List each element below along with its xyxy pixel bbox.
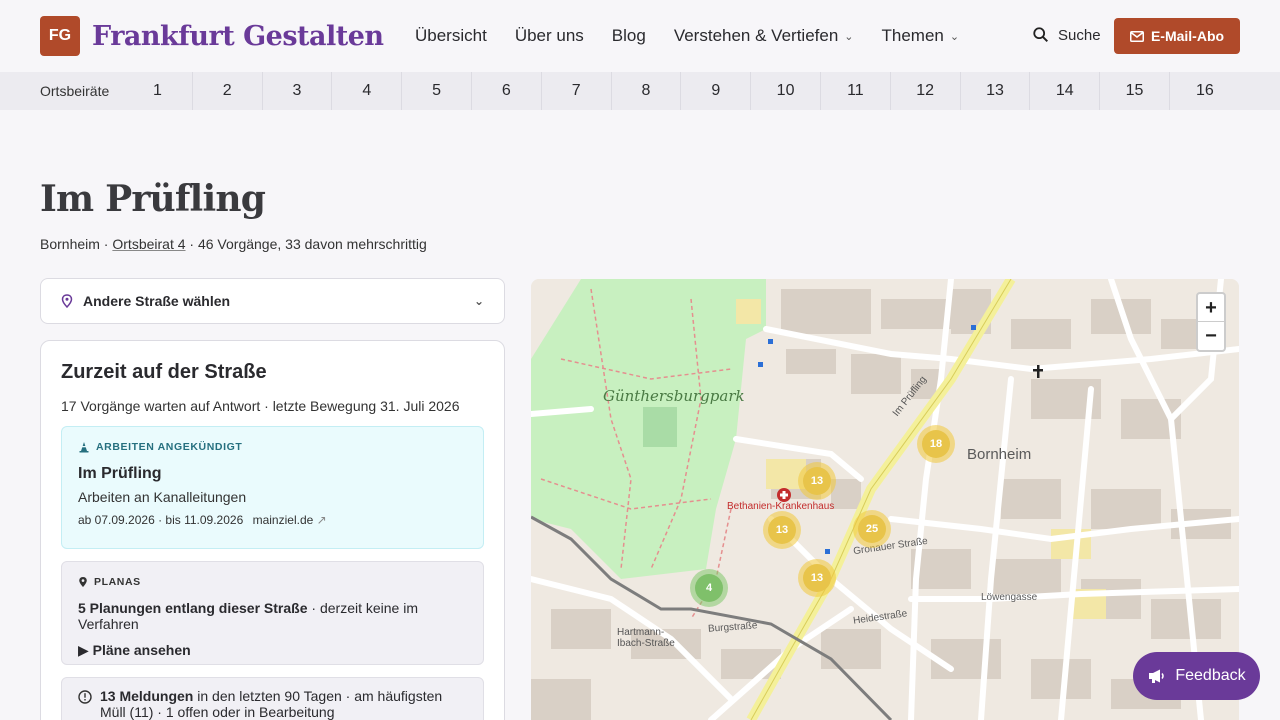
ortsbeirat-link[interactable]: 5 <box>402 72 472 110</box>
district-name: Bornheim <box>40 236 100 252</box>
street-select-dropdown[interactable]: Andere Straße wählen ⌄ <box>40 278 505 324</box>
ortsbeirat-link[interactable]: 16 <box>1170 72 1240 110</box>
map-label-district: Bornheim <box>967 446 1032 463</box>
map-label-lowengasse: Löwengasse <box>981 592 1038 603</box>
works-source-link[interactable]: mainziel.de ↗ <box>253 513 327 527</box>
nav-item-uebersicht[interactable]: Übersicht <box>415 26 487 46</box>
planas-tag: PLANAS <box>78 576 467 588</box>
ortsbeirat-link[interactable]: 1 <box>123 72 193 110</box>
search-button[interactable]: Suche <box>1032 26 1101 44</box>
ortsbeirat-link[interactable]: 6 <box>472 72 542 110</box>
ortsbeirat-link[interactable]: Ortsbeirat 4 <box>112 236 185 252</box>
plans-toggle-label: Pläne ansehen <box>92 642 191 658</box>
map-tiles <box>531 279 1239 720</box>
ortsbeirat-link[interactable]: 4 <box>332 72 403 110</box>
reports-box: 13 Meldungen in den letzten 90 Tagen · a… <box>61 677 484 720</box>
map-cluster[interactable]: 25 <box>853 510 891 548</box>
works-tag-label: ARBEITEN ANGEKÜNDIGT <box>96 441 243 453</box>
search-icon <box>1033 27 1049 43</box>
subscribe-label: E-Mail-Abo <box>1150 28 1225 44</box>
card-summary: 17 Vorgänge warten auf Antwort · letzte … <box>61 398 460 414</box>
planas-tag-label: PLANAS <box>94 576 141 588</box>
cluster-count: 13 <box>803 467 831 495</box>
ortsbeiraete-label: Ortsbeiräte <box>40 83 110 99</box>
ortsbeirat-link[interactable]: 3 <box>263 72 333 110</box>
map-cluster[interactable]: 13 <box>798 559 836 597</box>
nav-item-blog[interactable]: Blog <box>612 26 646 46</box>
nav-label: Verstehen & Vertiefen <box>673 26 839 45</box>
map-pin-icon <box>61 294 73 308</box>
map-cluster[interactable]: 18 <box>917 425 955 463</box>
ortsbeirat-link[interactable]: 9 <box>681 72 752 110</box>
stats-text: 46 Vorgänge, 33 davon mehrschrittig <box>197 236 427 252</box>
mail-icon <box>1129 30 1144 42</box>
ortsbeiraete-bar: Ortsbeiräte 1 2 3 4 5 6 7 8 9 10 11 12 1… <box>0 72 1280 110</box>
card-title: Zurzeit auf der Straße <box>61 361 267 383</box>
ortsbeirat-link[interactable]: 10 <box>751 72 821 110</box>
nav-label: Blog <box>611 26 646 45</box>
nav-item-verstehen[interactable]: Verstehen & Vertiefen ⌄ <box>674 26 854 46</box>
reports-count: 13 Meldungen <box>100 688 194 704</box>
planas-count: 5 Planungen entlang dieser Straße <box>78 600 308 616</box>
map-label-hartmann: Hartmann-Ibach-Straße <box>617 627 675 649</box>
main-nav: Übersicht Über uns Blog Verstehen & Vert… <box>415 0 959 72</box>
ortsbeirat-link[interactable]: 7 <box>542 72 612 110</box>
ortsbeirat-link[interactable]: 8 <box>612 72 682 110</box>
works-description: Arbeiten an Kanalleitungen <box>78 489 247 505</box>
zoom-out-button[interactable]: − <box>1198 322 1224 350</box>
works-source-label: mainziel.de <box>252 513 314 527</box>
feedback-label: Feedback <box>1175 667 1246 684</box>
cluster-count: 25 <box>858 515 886 543</box>
ortsbeirat-link[interactable]: 2 <box>193 72 263 110</box>
ortsbeirat-link[interactable]: 15 <box>1100 72 1170 110</box>
nav-item-themen[interactable]: Themen ⌄ <box>882 26 960 46</box>
page-title: Im Prüfling <box>40 178 266 220</box>
cluster-count: 13 <box>768 516 796 544</box>
works-heading: Im Prüfling <box>78 465 162 482</box>
traffic-cone-icon <box>79 442 89 453</box>
map-pin-icon <box>79 577 87 587</box>
ortsbeirat-link[interactable]: 11 <box>821 72 891 110</box>
megaphone-icon <box>1149 669 1165 683</box>
map-label-park: Günthersburgpark <box>603 387 745 405</box>
planas-summary: 5 Planungen entlang dieser Straße · derz… <box>78 600 467 632</box>
plans-toggle[interactable]: ▶ Pläne ansehen <box>78 642 467 659</box>
ortsbeirat-link[interactable]: 12 <box>891 72 961 110</box>
map-cluster[interactable]: 4 <box>690 569 728 607</box>
works-announced-box: ARBEITEN ANGEKÜNDIGT Im Prüfling Arbeite… <box>61 426 484 549</box>
cluster-count: 13 <box>803 564 831 592</box>
page-subtitle: Bornheim · Ortsbeirat 4 · 46 Vorgänge, 3… <box>40 236 427 252</box>
street-map[interactable]: Günthersburgpark Bornheim Im Prüfling Be… <box>531 279 1239 720</box>
zoom-in-button[interactable]: + <box>1198 294 1224 322</box>
works-dates: ab 07.09.2026 · bis 11.09.2026 <box>78 513 244 527</box>
search-label: Suche <box>1058 26 1101 44</box>
reports-text: 13 Meldungen in den letzten 90 Tagen · a… <box>100 688 467 720</box>
nav-item-ueber-uns[interactable]: Über uns <box>515 26 584 46</box>
nav-label: Übersicht <box>415 26 487 45</box>
planas-box: PLANAS 5 Planungen entlang dieser Straße… <box>61 561 484 665</box>
chevron-down-icon: ⌄ <box>949 30 960 43</box>
cluster-count: 18 <box>922 430 950 458</box>
works-meta: ab 07.09.2026 · bis 11.09.2026 mainziel.… <box>78 513 467 527</box>
external-link-icon: ↗ <box>316 513 327 527</box>
chevron-down-icon: ⌄ <box>473 294 484 308</box>
nav-label: Über uns <box>514 26 584 45</box>
map-cluster[interactable]: 13 <box>798 462 836 500</box>
ortsbeirat-link[interactable]: 14 <box>1030 72 1101 110</box>
logo-badge[interactable]: FG <box>40 16 80 56</box>
map-zoom-control: + − <box>1196 292 1226 352</box>
feedback-button[interactable]: Feedback <box>1133 652 1260 700</box>
chevron-down-icon: ⌄ <box>844 30 854 43</box>
info-icon <box>78 690 92 704</box>
email-subscribe-button[interactable]: E-Mail-Abo <box>1114 18 1240 54</box>
street-select-label: Andere Straße wählen <box>83 293 231 309</box>
current-status-card: Zurzeit auf der Straße 17 Vorgänge warte… <box>40 340 505 720</box>
logo-text[interactable]: Frankfurt Gestalten <box>92 21 384 52</box>
map-cluster[interactable]: 13 <box>763 511 801 549</box>
works-tag: ARBEITEN ANGEKÜNDIGT <box>78 441 467 453</box>
cluster-count: 4 <box>695 574 723 602</box>
ortsbeirat-link[interactable]: 13 <box>961 72 1031 110</box>
nav-label: Themen <box>881 26 944 45</box>
